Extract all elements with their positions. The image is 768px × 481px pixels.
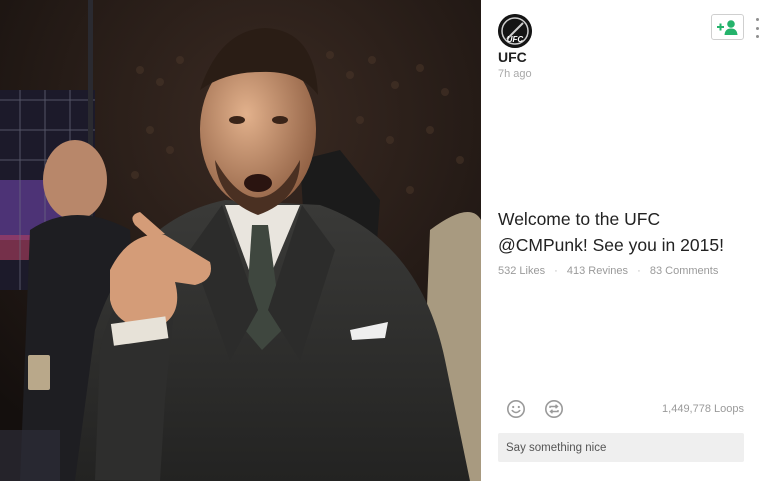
ufc-logo-icon: UFC [498,14,532,48]
revine-icon [545,400,563,418]
post-panel: UFC UFC 7h ago Welcome to the UFC @CMPun… [481,0,768,481]
revine-button[interactable] [544,399,564,419]
loop-count: 1,449,778 Loops [662,403,744,415]
stats-separator: · [637,265,641,277]
username[interactable]: UFC [498,49,527,65]
post-timestamp: 7h ago [498,68,532,80]
more-vertical-icon [755,18,759,21]
follow-button[interactable] [711,14,744,40]
post-stats: 532 Likes · 413 Revines · 83 Comments [498,265,718,277]
smiley-icon [507,400,525,418]
video-player[interactable] [0,0,481,481]
stats-separator: · [554,265,558,277]
avatar[interactable]: UFC [498,14,532,48]
caption-line-2: @CMPunk! See you in 2015! [498,235,724,255]
video-frame [0,0,481,481]
revines-count[interactable]: 413 Revines [567,265,628,277]
comments-count[interactable]: 83 Comments [650,265,718,277]
post-caption: Welcome to the UFC @CMPunk! See you in 2… [498,206,758,258]
likes-count[interactable]: 532 Likes [498,265,545,277]
comment-input[interactable] [498,433,744,462]
add-user-icon [716,20,737,35]
svg-text:UFC: UFC [507,35,524,44]
more-options-button[interactable] [754,18,760,38]
like-button[interactable] [506,399,526,419]
caption-line-1: Welcome to the UFC [498,209,661,229]
